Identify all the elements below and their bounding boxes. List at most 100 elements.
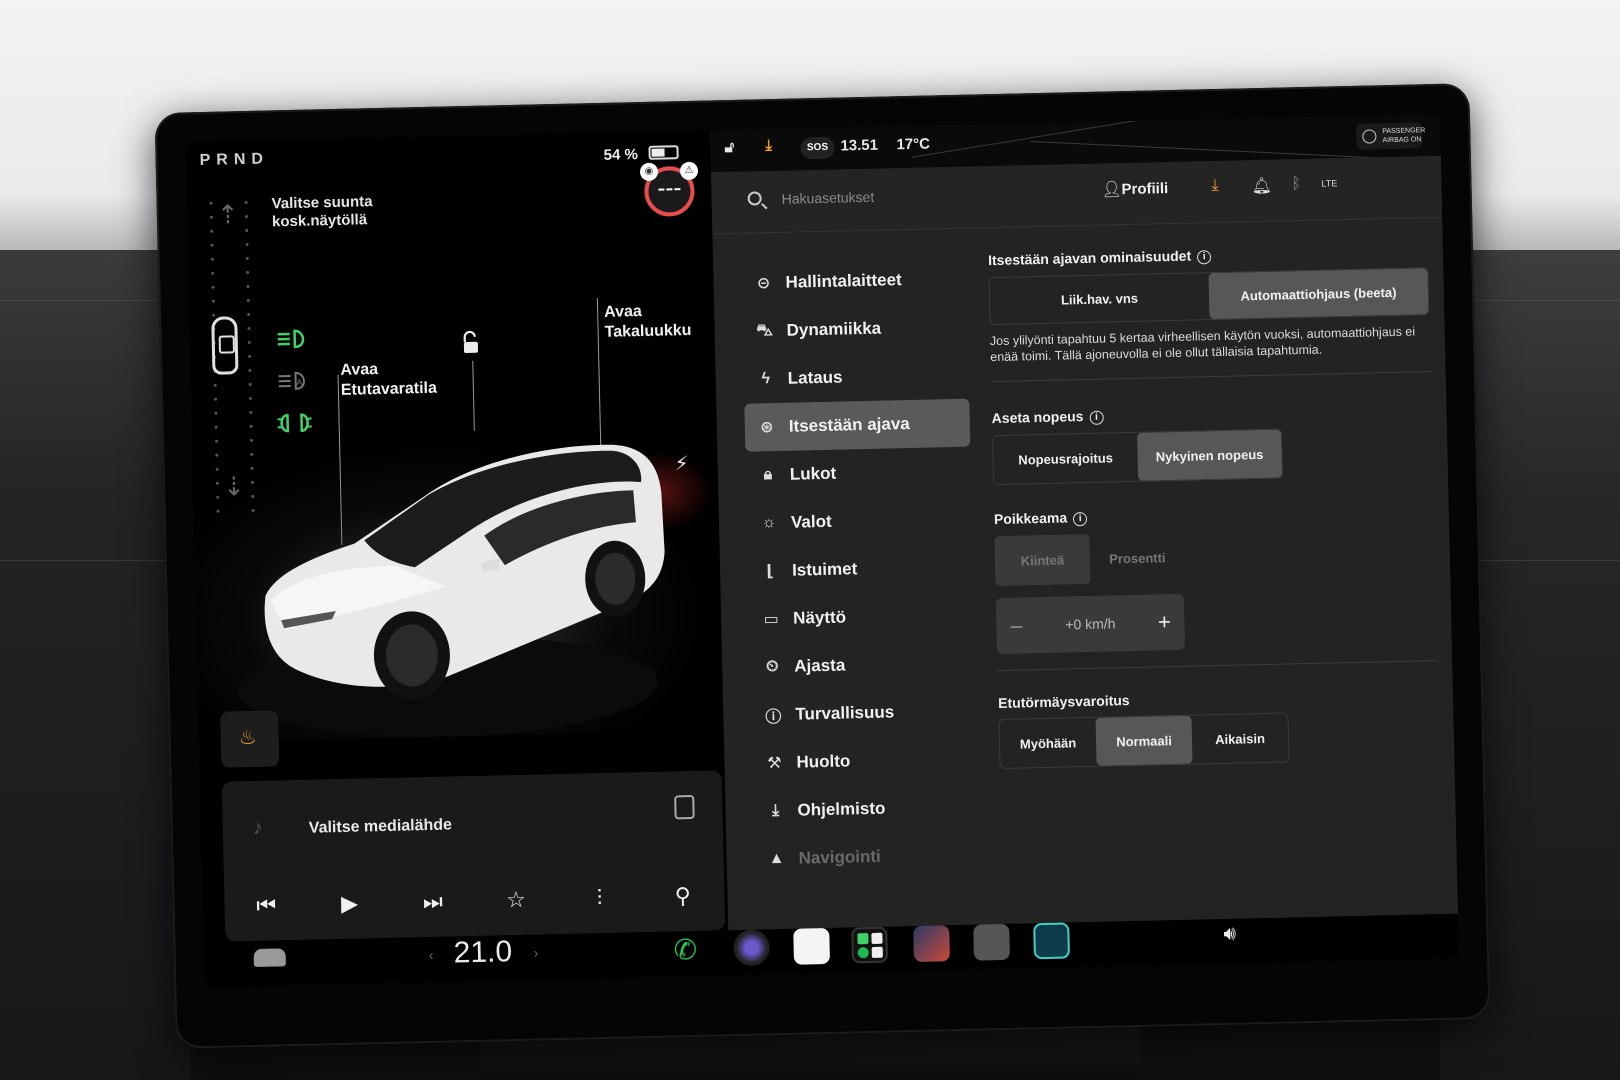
media-search-icon[interactable]: ⚲	[662, 883, 703, 910]
option-traffic-aware-cruise[interactable]: Liik.hav. vns	[990, 273, 1210, 324]
sidebar-item-näyttö[interactable]: ▭ Näyttö	[749, 591, 975, 644]
sidebar-item-label: Lataus	[787, 367, 843, 388]
touchscreen: PRND ⇡ ⇣ Valitse suunta kosk.näytöllä	[185, 113, 1460, 988]
alert-circle-icon: ⓘ	[765, 708, 782, 727]
option-normal[interactable]: Normaali	[1095, 715, 1193, 766]
sidebar-item-ohjelmisto[interactable]: ⤓ Ohjelmisto	[753, 783, 979, 836]
info-icon[interactable]: i	[1197, 250, 1212, 265]
option-autosteer-beta[interactable]: Automaattiohjaus (beeta)	[1208, 268, 1429, 320]
sidebar-item-huolto[interactable]: ⚒ Huolto	[752, 735, 978, 788]
temp-up-arrow-icon[interactable]: ›	[534, 945, 539, 961]
sidebar-item-lukot[interactable]: 🔒︎ Lukot	[745, 447, 971, 500]
volume-icon[interactable]: 🔊︎	[1223, 923, 1236, 946]
camera-icon[interactable]	[733, 929, 771, 967]
features-title: Itsestään ajavan ominaisuudet i	[988, 242, 1428, 269]
sidebar-item-istuimet[interactable]: ⌊ Istuimet	[748, 543, 974, 596]
clock: 13.51	[840, 136, 879, 155]
sidebar-item-dynamiikka[interactable]: ⛍ Dynamiikka	[742, 303, 968, 356]
option-late[interactable]: Myöhään	[1000, 718, 1097, 768]
sidebar-item-valot[interactable]: ☼ Valot	[746, 495, 972, 548]
toybox-icon[interactable]	[1033, 922, 1070, 960]
seat-icon: ⌊	[766, 563, 774, 581]
sidebar-item-label: Hallintalaitteet	[785, 270, 902, 292]
charge-port-icon[interactable]: ⚡	[674, 451, 689, 476]
dashcam-icon[interactable]	[973, 923, 1010, 961]
temp-down-arrow-icon[interactable]: ‹	[429, 947, 434, 963]
sidebar-item-label: Huolto	[796, 751, 851, 772]
media-source-icon[interactable]	[674, 794, 695, 820]
car-controls-icon[interactable]	[253, 948, 286, 968]
sos-button[interactable]: SOS	[800, 136, 835, 160]
features-title-text: Itsestään ajavan ominaisuudet	[987, 247, 1192, 269]
search-icon[interactable]	[747, 191, 762, 206]
sidebar-item-label: Ajasta	[794, 655, 846, 676]
unlock-status-icon[interactable]: 🔓︎	[724, 139, 734, 156]
sidebar-item-itsestään-ajava[interactable]: ⊛ Itsestään ajava	[744, 398, 971, 452]
bluetooth-icon[interactable]: ᛒ	[1291, 175, 1301, 193]
sidebar-item-ajasta[interactable]: ⏲ Ajasta	[750, 639, 976, 692]
sidebar-item-hallintalaitteet[interactable]: ⊝ Hallintalaitteet	[741, 255, 967, 308]
calendar-icon[interactable]	[793, 927, 831, 965]
app-launcher-icon[interactable]	[851, 926, 889, 964]
equalizer-icon[interactable]: ⫶	[579, 885, 620, 912]
option-current-speed[interactable]: Nykyinen nopeus	[1137, 429, 1283, 481]
wiper-button[interactable]: ♨	[220, 710, 280, 768]
phone-icon[interactable]: ✆	[673, 933, 710, 970]
speed-segmented-control: Nopeusrajoitus Nykyinen nopeus	[992, 428, 1284, 486]
car-icon: ⛍	[756, 322, 774, 340]
divider	[990, 371, 1431, 383]
fcw-segmented-control: Myöhään Normaali Aikaisin	[998, 712, 1290, 770]
option-speed-limit[interactable]: Nopeusrajoitus	[993, 433, 1138, 484]
sidebar-item-label: Valot	[790, 511, 832, 532]
passenger-airbag-text: PASSENGER AIRBAG ON	[1382, 127, 1426, 145]
low-beam-icon[interactable]	[274, 328, 310, 351]
sidebar-item-label: Näyttö	[792, 607, 847, 628]
media-controls: ⏮ ▶ ⏭ ☆ ⫶ ⚲	[224, 870, 725, 931]
display-icon: ▭	[763, 611, 779, 629]
play-icon[interactable]: ▶	[329, 890, 370, 917]
speaker-mini-icon: ◉	[639, 162, 659, 182]
profile-button[interactable]: Profiili	[1121, 180, 1168, 198]
decrease-button[interactable]: –	[996, 612, 1037, 639]
download-update-icon[interactable]: ⤓	[1211, 177, 1218, 195]
unlock-icon[interactable]	[460, 330, 481, 355]
offset-title-text: Poikkeama	[993, 509, 1068, 528]
cabin-temperature[interactable]: 21.0	[453, 935, 512, 970]
open-trunk-label: Avaa Takaluukku	[603, 303, 692, 341]
offset-stepper: – +0 km/h +	[995, 593, 1185, 655]
settings-panel: 🔓︎ ⤓ SOS 13.51 17°C PASSENGER AIRBAG ON …	[710, 113, 1460, 976]
increase-button[interactable]: +	[1144, 609, 1185, 636]
next-track-icon[interactable]: ⏭	[413, 888, 454, 915]
media-player: ♪ Valitse medialähde ⏮ ▶ ⏭ ☆ ⫶ ⚲	[221, 770, 726, 942]
user-icon: 👤︎	[1101, 181, 1123, 199]
previous-track-icon[interactable]: ⏮	[246, 892, 287, 919]
offset-title: Poikkeama i	[994, 501, 1434, 528]
option-fixed[interactable]: Kiinteä	[994, 533, 1091, 587]
option-early[interactable]: Aikaisin	[1191, 713, 1288, 763]
info-icon[interactable]: i	[1073, 511, 1088, 527]
navigation-app-icon[interactable]	[913, 925, 950, 963]
info-icon[interactable]: i	[1089, 410, 1104, 425]
arrow-up-icon[interactable]: ⇡	[217, 199, 239, 230]
sidebar-item-label: Itsestään ajava	[788, 413, 910, 436]
navigation-icon: ▲	[768, 849, 785, 868]
option-percent[interactable]: Prosentti	[1089, 532, 1185, 584]
open-trunk-button[interactable]: Avaa Takaluukku	[604, 301, 705, 343]
sidebar-item-turvallisuus[interactable]: ⓘ Turvallisuus	[751, 687, 977, 740]
media-source-title[interactable]: Valitse medialähde	[309, 816, 453, 837]
favorite-star-icon[interactable]: ☆	[496, 887, 537, 914]
sidebar-item-lataus[interactable]: ϟ Lataus	[743, 351, 969, 404]
offset-segmented-control: Kiinteä Prosentti	[994, 532, 1185, 587]
passenger-airbag-indicator: PASSENGER AIRBAG ON	[1356, 122, 1426, 150]
download-icon[interactable]: ⤓	[765, 137, 772, 154]
touchscreen-bezel: PRND ⇡ ⇣ Valitse suunta kosk.näytöllä	[154, 83, 1491, 1049]
sidebar-item-label: Ohjelmisto	[797, 798, 886, 820]
sidebar-item-navigointi[interactable]: ▲ Navigointi	[754, 831, 980, 884]
sidebar-item-label: Lukot	[789, 463, 837, 484]
bell-icon[interactable]: 🔔︎	[1251, 176, 1272, 196]
fcw-title: Etutörmäysvaroitus	[997, 692, 1130, 712]
steering-wheel-icon: ⊛	[759, 419, 774, 437]
music-note-icon: ♪	[252, 816, 264, 839]
search-input[interactable]: Hakuasetukset	[781, 189, 874, 207]
lte-signal-icon: LTE	[1321, 178, 1338, 189]
